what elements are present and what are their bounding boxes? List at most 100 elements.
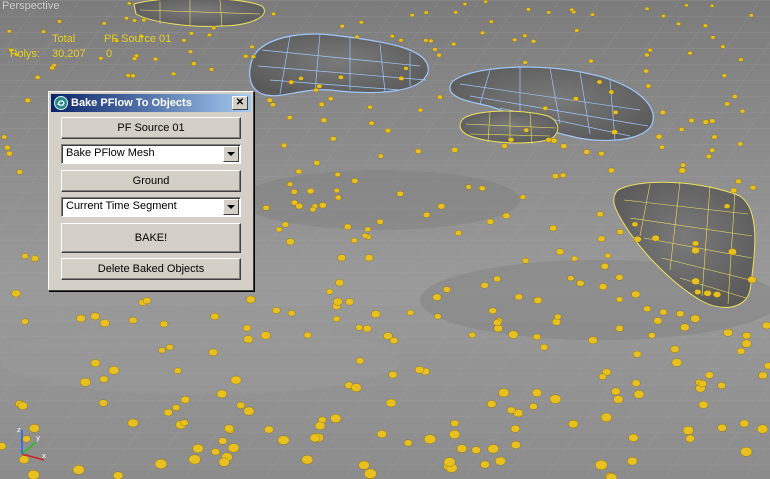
particle <box>711 134 718 140</box>
pf-source-button[interactable]: PF Source 01 <box>61 117 241 139</box>
particle <box>76 314 86 323</box>
particle <box>571 255 578 262</box>
particle <box>480 282 489 289</box>
particle <box>655 133 663 140</box>
particle <box>358 20 364 25</box>
particle <box>506 406 516 414</box>
particle <box>628 433 639 442</box>
viewport-label[interactable]: Perspective <box>2 0 59 12</box>
particle <box>643 68 649 74</box>
particle <box>210 448 220 456</box>
particle <box>216 389 228 399</box>
particle <box>462 2 468 6</box>
particle <box>332 315 341 322</box>
particle <box>598 373 607 380</box>
particle <box>436 53 442 58</box>
particle <box>596 211 604 218</box>
particle <box>364 468 377 479</box>
particle <box>362 325 372 333</box>
particle <box>355 324 364 331</box>
particle <box>188 49 193 54</box>
particle <box>659 109 667 115</box>
particle <box>615 325 624 332</box>
particle <box>326 288 334 295</box>
particle <box>560 143 568 149</box>
particle <box>738 57 744 62</box>
particle <box>471 446 481 454</box>
particle <box>631 379 641 387</box>
particle <box>659 308 668 316</box>
ground-button[interactable]: Ground <box>61 170 241 192</box>
particle <box>246 295 256 304</box>
particle <box>643 305 651 312</box>
particle <box>131 56 138 61</box>
delete-baked-objects-button[interactable]: Delete Baked Objects <box>61 258 241 280</box>
particle <box>152 56 158 62</box>
particle <box>449 429 461 439</box>
particle <box>709 3 715 8</box>
time-range-dropdown[interactable]: Current Time Segment <box>61 197 241 217</box>
particle <box>334 171 341 177</box>
particle <box>531 388 542 397</box>
particle <box>709 147 716 153</box>
particle <box>493 319 502 327</box>
particle <box>659 144 665 150</box>
particle <box>389 34 395 39</box>
particle <box>670 345 680 353</box>
particle <box>330 413 342 423</box>
particle <box>250 54 256 59</box>
particle <box>612 110 619 115</box>
particle <box>98 399 108 407</box>
particle <box>749 185 757 191</box>
particle <box>749 13 754 18</box>
particle <box>653 317 663 325</box>
particle <box>211 26 217 31</box>
particle <box>188 454 201 465</box>
particle <box>376 430 387 439</box>
particle <box>141 18 147 22</box>
particle <box>243 335 254 344</box>
particle <box>684 3 689 8</box>
particle <box>80 377 91 387</box>
particle <box>415 148 422 154</box>
bake-pflow-dialog[interactable]: Bake PFlow To Objects ✕ PF Source 01 Bak… <box>48 91 254 291</box>
mesh-type-dropdown[interactable]: Bake PFlow Mesh <box>61 144 241 164</box>
particle <box>260 331 271 340</box>
particle <box>130 73 136 79</box>
particle <box>742 332 751 340</box>
particle <box>465 184 472 190</box>
particle <box>698 400 709 409</box>
particle <box>414 365 425 374</box>
particle <box>171 71 177 76</box>
stats-polys-label: Polys: <box>10 48 40 60</box>
chevron-down-icon[interactable] <box>223 146 239 162</box>
particle <box>519 194 527 200</box>
particle <box>739 108 746 114</box>
dialog-titlebar[interactable]: Bake PFlow To Objects ✕ <box>51 94 251 112</box>
particle <box>680 323 690 332</box>
particle <box>703 23 708 28</box>
close-icon[interactable]: ✕ <box>232 96 248 110</box>
particle <box>188 31 194 36</box>
3dsmax-app-icon <box>54 96 68 110</box>
bake-button[interactable]: BAKE! <box>61 223 241 253</box>
particle <box>330 136 337 142</box>
stats-polys-extra: 0 <box>106 48 113 60</box>
particle <box>281 221 289 228</box>
stats-source-label: PF Source 01 <box>104 33 172 45</box>
particle <box>583 149 591 155</box>
particle <box>487 400 497 408</box>
particle <box>598 283 608 291</box>
particle <box>595 460 608 471</box>
particle <box>72 464 85 475</box>
particle <box>361 233 369 239</box>
particle <box>546 10 552 15</box>
particle <box>266 97 273 103</box>
svg-text:y: y <box>36 434 40 442</box>
particle <box>588 336 598 345</box>
particle <box>313 160 321 166</box>
particle <box>286 115 293 120</box>
particle <box>218 437 228 445</box>
chevron-down-icon[interactable] <box>223 199 239 215</box>
particle <box>480 460 490 469</box>
